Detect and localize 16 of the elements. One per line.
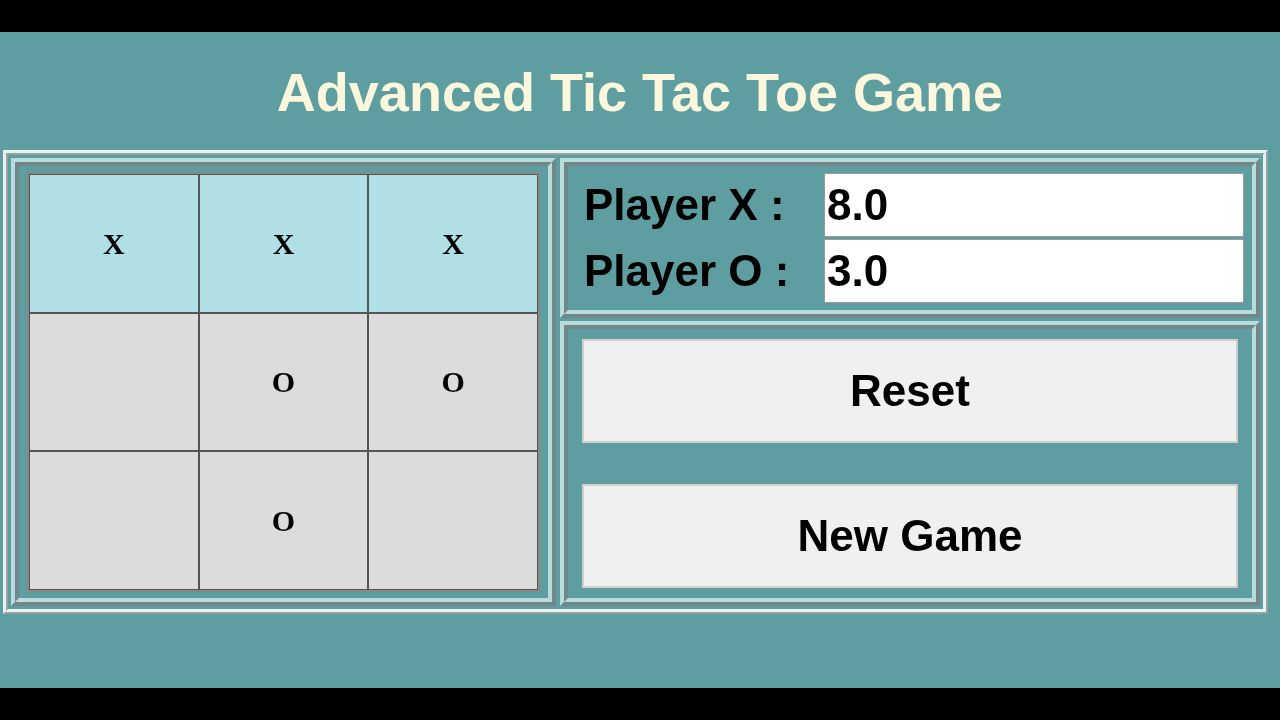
board-cell[interactable]: X bbox=[368, 174, 538, 313]
score-field[interactable]: 3.0 bbox=[824, 239, 1244, 303]
player-label: Player X : bbox=[584, 179, 786, 231]
board-cell[interactable]: O bbox=[198, 451, 369, 590]
game-button[interactable]: New Game bbox=[582, 484, 1238, 588]
player-label: Player O : bbox=[584, 245, 791, 297]
score-field[interactable]: 8.0 bbox=[824, 173, 1244, 237]
board-cell[interactable]: X bbox=[29, 174, 199, 313]
board-cell[interactable] bbox=[368, 451, 538, 590]
board-cell[interactable] bbox=[29, 312, 199, 452]
board-cell[interactable]: X bbox=[198, 174, 369, 313]
game-title: Advanced Tic Tac Toe Game bbox=[275, 61, 1005, 124]
board-cell[interactable]: O bbox=[198, 312, 369, 452]
board-cell[interactable] bbox=[29, 451, 199, 590]
game-button[interactable]: Reset bbox=[582, 339, 1238, 443]
board-cell[interactable]: O bbox=[368, 312, 538, 452]
